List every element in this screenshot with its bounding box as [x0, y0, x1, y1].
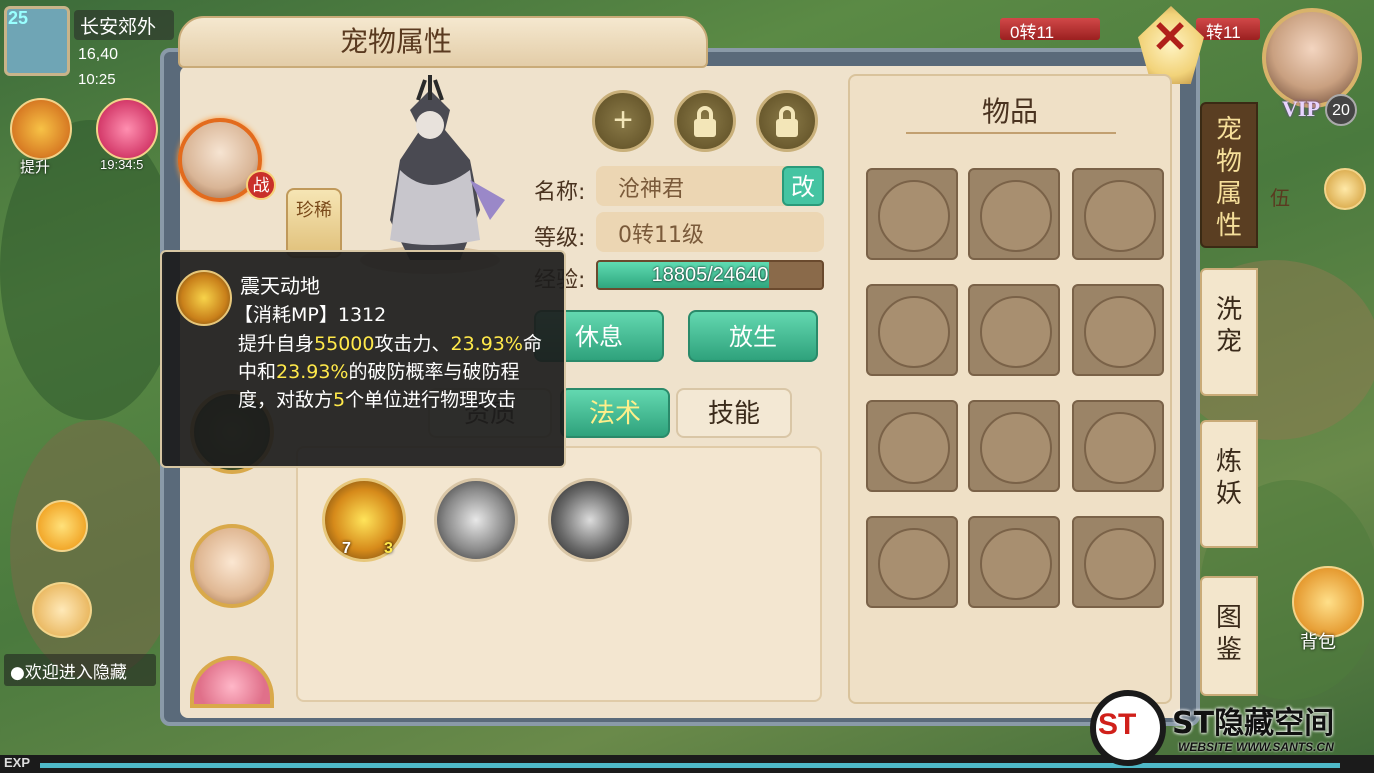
team-label: 伍: [1270, 186, 1290, 210]
item-slot[interactable]: [968, 516, 1060, 608]
item-slot[interactable]: [1072, 284, 1164, 376]
background-rocks: [10, 420, 180, 680]
item-slot[interactable]: [968, 168, 1060, 260]
item-slot[interactable]: [1072, 516, 1164, 608]
side-tab-label: 图鉴: [1215, 603, 1242, 665]
vip-label: VIP: [1282, 96, 1320, 121]
side-tab-handbook[interactable]: 图鉴: [1200, 576, 1258, 696]
tooltip-text: 个单位进行物理攻击: [345, 389, 517, 411]
exp-label: EXP: [4, 755, 31, 770]
level-label: 等级:: [534, 226, 586, 251]
tooltip-highlight: 23.93%: [276, 361, 349, 383]
lock-icon: [694, 106, 716, 137]
locked-slot-1[interactable]: [674, 90, 736, 152]
spell-whirlwind-icon[interactable]: [434, 478, 518, 562]
side-tab-pet-attributes[interactable]: 宠物属性: [1200, 102, 1258, 248]
side-tab-label: 炼妖: [1215, 447, 1242, 509]
spell-badge-a: 7: [342, 540, 351, 557]
tooltip-mp-cost: 【消耗MP】1312: [234, 304, 387, 326]
lock-icon: [776, 106, 798, 137]
exp-bar-fill: [40, 763, 1340, 768]
item-slot[interactable]: [968, 400, 1060, 492]
add-pet-button[interactable]: +: [592, 90, 654, 152]
side-tab-label: 宠物属性: [1215, 115, 1242, 241]
items-title: 物品: [981, 95, 1038, 128]
spell-badge-b: 3: [384, 540, 393, 557]
vip-level-badge: 20: [1325, 94, 1357, 126]
window-title: 宠物属性: [339, 25, 452, 58]
watermark-logo-text: ST: [1098, 708, 1137, 741]
tooltip-highlight: 5: [333, 389, 346, 411]
release-button[interactable]: 放生: [688, 310, 818, 362]
tooltip-text: 攻击力、: [374, 333, 451, 355]
item-slot[interactable]: [1072, 168, 1164, 260]
target-level-left: 0转11: [1000, 18, 1100, 42]
name-label: 名称:: [534, 180, 586, 205]
spell-earthquake-icon[interactable]: [322, 478, 406, 562]
watermark-title: ST隐藏空间: [1172, 706, 1335, 741]
pet-exp-value: 18805/24640: [651, 264, 769, 286]
tooltip-description: 提升自身55000攻击力、23.93%命中和23.93%的破防概率与破防程度，对…: [238, 330, 552, 414]
target-level-right: 转11: [1196, 18, 1260, 42]
tooltip-title: 震天动地: [240, 274, 320, 298]
chat-bubble-icon[interactable]: [32, 582, 92, 638]
pet-mascot-icon[interactable]: [36, 500, 88, 552]
side-tab-refine-demon[interactable]: 炼妖: [1200, 420, 1258, 548]
tab-skills[interactable]: 技能: [676, 388, 792, 438]
player-avatar[interactable]: [1262, 8, 1362, 108]
gift-icon[interactable]: [96, 98, 158, 160]
tooltip-highlight: 23.93%: [450, 333, 523, 355]
watermark-subtitle: WEBSITE WWW.SANTS.CN: [1178, 740, 1334, 754]
chat-message[interactable]: ●欢迎进入隐藏: [4, 654, 156, 686]
item-slot[interactable]: [866, 400, 958, 492]
items-title-divider: [906, 132, 1116, 134]
pet-portrait: [360, 75, 505, 274]
side-tab-label: 洗宠: [1215, 295, 1242, 357]
gift-timer: 19:34:5: [100, 157, 144, 172]
side-tab-wash-pet[interactable]: 洗宠: [1200, 268, 1258, 396]
tooltip-text: 提升自身: [238, 333, 315, 355]
bag-label: 背包: [1300, 632, 1336, 653]
item-slot[interactable]: [866, 168, 958, 260]
player-level: 25: [8, 8, 29, 28]
tab-spells[interactable]: 法术: [560, 388, 670, 438]
item-slot[interactable]: [1072, 400, 1164, 492]
spell-strike-icon[interactable]: [548, 478, 632, 562]
clock-time: 10:25: [78, 71, 116, 88]
rename-button[interactable]: 改: [782, 166, 824, 206]
battle-status-badge: 战: [246, 170, 276, 200]
tooltip-highlight: 55000: [314, 333, 375, 355]
item-slot[interactable]: [866, 516, 958, 608]
close-x-icon[interactable]: ✕: [1150, 12, 1190, 63]
coordinates: 16,40: [78, 46, 119, 63]
item-slot[interactable]: [968, 284, 1060, 376]
pet-avatar-slot-3[interactable]: [190, 524, 274, 608]
level-field: 0转11级: [596, 212, 824, 252]
locked-slot-2[interactable]: [756, 90, 818, 152]
upgrade-icon[interactable]: [10, 98, 72, 160]
tooltip-spell-icon: [176, 270, 232, 326]
location-name[interactable]: 长安郊外: [74, 10, 174, 40]
item-slot[interactable]: [866, 284, 958, 376]
chevron-right-icon[interactable]: [1324, 168, 1366, 210]
upgrade-label: 提升: [20, 158, 51, 176]
